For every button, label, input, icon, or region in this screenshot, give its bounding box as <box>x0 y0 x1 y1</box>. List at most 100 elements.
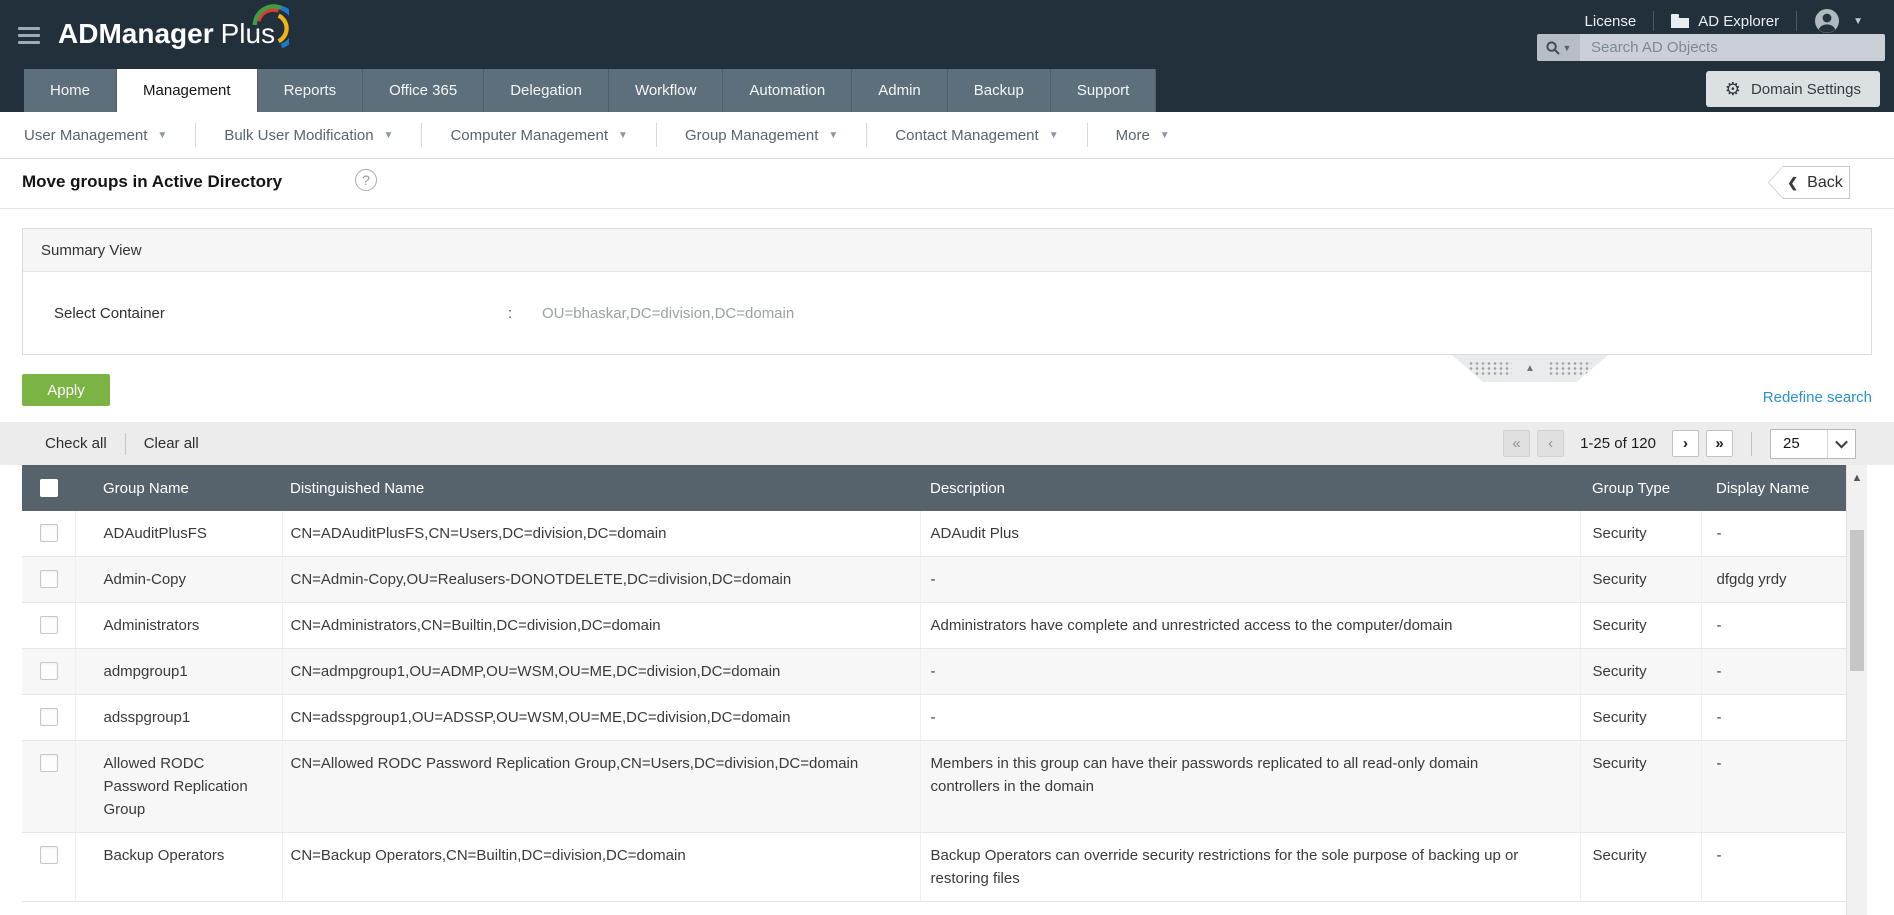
cell-group-name: Administrators <box>75 603 282 649</box>
tab-workflow[interactable]: Workflow <box>609 69 723 112</box>
user-avatar-icon <box>1814 8 1840 34</box>
chevron-down-icon: ▼ <box>1563 43 1572 53</box>
cell-description: - <box>920 695 1580 741</box>
tab-backup[interactable]: Backup <box>948 69 1051 112</box>
cell-distinguished-name: CN=Administrators,CN=Builtin,DC=division… <box>282 603 920 649</box>
product-logo[interactable]: ADManagerPlus <box>58 18 275 50</box>
page-size-select[interactable]: 25 <box>1770 429 1856 459</box>
cell-distinguished-name: CN=ADAuditPlusFS,CN=Users,DC=division,DC… <box>282 511 920 557</box>
subnav-item-contact-management[interactable]: Contact Management ▼ <box>867 127 1086 144</box>
tab-reports[interactable]: Reports <box>258 69 364 112</box>
subnav-item-label: Computer Management <box>450 127 608 144</box>
row-checkbox[interactable] <box>40 570 58 588</box>
chevron-left-icon: ❮ <box>1787 175 1798 191</box>
page-title: Move groups in Active Directory <box>22 172 282 192</box>
column-header-description[interactable]: Description <box>920 465 1580 511</box>
table-row: Allowed RODC Password Replication GroupC… <box>22 741 1846 833</box>
redefine-search-link[interactable]: Redefine search <box>1763 389 1872 406</box>
field-colon: : <box>508 305 512 322</box>
subnav-item-label: Bulk User Modification <box>224 127 373 144</box>
list-toolbar: Check all Clear all « ‹ 1-25 of 120 › » … <box>0 422 1894 465</box>
row-checkbox[interactable] <box>40 616 58 634</box>
cell-distinguished-name: CN=adsspgroup1,OU=ADSSP,OU=WSM,OU=ME,DC=… <box>282 695 920 741</box>
license-link[interactable]: License <box>1568 13 1654 30</box>
apply-button[interactable]: Apply <box>22 374 110 406</box>
back-button-label: Back <box>1807 174 1843 192</box>
check-all-link[interactable]: Check all <box>45 435 107 452</box>
row-checkbox-cell <box>22 603 75 649</box>
summary-view-title: Summary View <box>41 242 142 259</box>
subnav-item-label: Contact Management <box>895 127 1038 144</box>
summary-view-panel: Summary View Select Container : OU=bhask… <box>22 228 1872 355</box>
subnav-item-bulk-user-modification[interactable]: Bulk User Modification▼ <box>196 127 421 144</box>
user-account-menu[interactable]: ▼ <box>1797 8 1880 34</box>
tab-automation[interactable]: Automation <box>723 69 852 112</box>
row-checkbox[interactable] <box>40 662 58 680</box>
column-header-display-name[interactable]: Display Name <box>1701 465 1846 511</box>
cell-group-name: ADAuditPlusFS <box>75 511 282 557</box>
column-header-group-type[interactable]: Group Type <box>1580 465 1701 511</box>
cell-group-type: Security <box>1580 603 1701 649</box>
cell-group-name: Admin-Copy <box>75 557 282 603</box>
cell-display-name: - <box>1701 603 1846 649</box>
scroll-up-arrow-icon[interactable]: ▲ <box>1847 472 1867 484</box>
chevron-down-icon: ▼ <box>1049 130 1059 141</box>
table-body: ADAuditPlusFSCN=ADAuditPlusFS,CN=Users,D… <box>22 511 1846 902</box>
column-header-distinguished-name[interactable]: Distinguished Name <box>282 465 920 511</box>
cell-group-type: Security <box>1580 741 1701 833</box>
table-header-row: Group Name Distinguished Name Descriptio… <box>22 465 1846 511</box>
divider <box>1751 432 1752 456</box>
top-header-bar: ADManagerPlus License AD Explorer ▼ <box>0 0 1894 112</box>
subnav-item-label: More <box>1116 127 1150 144</box>
select-all-checkbox[interactable] <box>40 479 58 497</box>
select-container-value: OU=bhaskar,DC=division,DC=domain <box>542 305 794 322</box>
scrollbar-thumb[interactable] <box>1850 530 1864 671</box>
tab-home[interactable]: Home <box>24 69 117 112</box>
subnav-item-label: Group Management <box>685 127 818 144</box>
page-size-dropdown[interactable] <box>1827 430 1855 458</box>
row-checkbox-cell <box>22 695 75 741</box>
divider <box>125 433 126 455</box>
subnav-item-more[interactable]: More▼ <box>1088 127 1198 144</box>
subnav-item-computer-management[interactable]: Computer Management ▼ <box>422 127 656 144</box>
domain-settings-button[interactable]: ⚙ Domain Settings <box>1706 71 1880 107</box>
cell-display-name: dfgdg yrdy <box>1701 557 1846 603</box>
first-page-button[interactable]: « <box>1503 430 1530 457</box>
row-checkbox[interactable] <box>40 754 58 772</box>
tab-admin[interactable]: Admin <box>852 69 948 112</box>
select-container-label: Select Container <box>54 305 165 322</box>
folder-icon <box>1671 14 1689 28</box>
clear-all-link[interactable]: Clear all <box>144 435 199 452</box>
prev-page-button[interactable]: ‹ <box>1537 430 1564 457</box>
tab-management[interactable]: Management <box>117 69 258 112</box>
vertical-scrollbar[interactable]: ▲ <box>1846 465 1867 915</box>
search-category-dropdown[interactable]: ▼ <box>1537 34 1580 61</box>
row-checkbox[interactable] <box>40 524 58 542</box>
row-checkbox[interactable] <box>40 846 58 864</box>
search-input[interactable] <box>1580 34 1885 61</box>
ad-explorer-link[interactable]: AD Explorer <box>1654 13 1796 30</box>
back-button[interactable]: ❮ Back <box>1768 166 1850 199</box>
tab-support[interactable]: Support <box>1051 69 1157 112</box>
subnav-item-user-management[interactable]: User Management▼ <box>24 127 195 144</box>
column-header-group-name[interactable]: Group Name <box>75 465 282 511</box>
gear-icon: ⚙ <box>1725 80 1741 98</box>
hamburger-menu-icon[interactable] <box>18 27 40 44</box>
cell-distinguished-name: CN=Backup Operators,CN=Builtin,DC=divisi… <box>282 833 920 902</box>
cell-description: Administrators have complete and unrestr… <box>920 603 1580 649</box>
chevron-down-icon: ▼ <box>618 130 628 141</box>
grip-dots-icon <box>1468 361 1512 376</box>
subnav-item-group-management[interactable]: Group Management▼ <box>657 127 866 144</box>
help-icon[interactable]: ? <box>355 169 377 191</box>
tab-delegation[interactable]: Delegation <box>484 69 609 112</box>
product-logo-bold: ADManager <box>58 18 214 49</box>
last-page-button[interactable]: » <box>1706 430 1733 457</box>
tab-office-365[interactable]: Office 365 <box>363 69 484 112</box>
collapse-handle[interactable]: ▲ <box>1452 355 1608 382</box>
cell-description: Backup Operators can override security r… <box>920 833 1580 902</box>
cell-description: - <box>920 649 1580 695</box>
cell-description: - <box>920 557 1580 603</box>
next-page-button[interactable]: › <box>1672 430 1699 457</box>
page-title-bar: Move groups in Active Directory ? ❮ Back <box>0 159 1894 208</box>
row-checkbox[interactable] <box>40 708 58 726</box>
